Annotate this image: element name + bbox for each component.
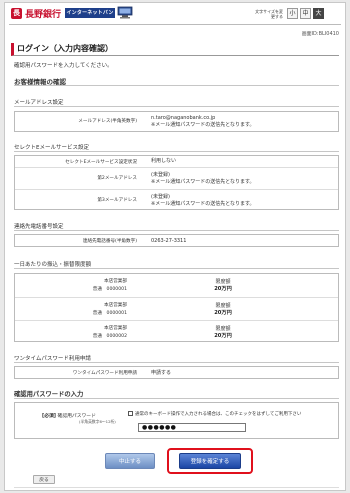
select-email-status-value: 利用しない <box>151 158 177 164</box>
phone-value: 0263-27-3311 <box>151 238 187 244</box>
cancel-button[interactable]: 中止する <box>105 453 155 469</box>
select-email-title: セレクトEメールサービス設定 <box>14 145 89 151</box>
confirm-password-label: [必須] 確認用パスワード <box>42 412 96 419</box>
limit-header: 限度額 <box>215 279 231 285</box>
second-email-value: (未登録) <box>151 172 170 178</box>
email-info-box: メールアドレス(半角英数字) n.taro@naganobank.co.jp ※… <box>14 111 339 132</box>
onetime-value: 申請する <box>151 370 172 376</box>
subsection-divider <box>14 268 339 269</box>
email-label: メールアドレス(半角英数字) <box>78 119 137 124</box>
branch-name: 本店営業部 <box>104 303 127 308</box>
font-size-small-button[interactable]: 小 <box>287 8 298 19</box>
account-number: 普通 0000002 <box>19 333 127 339</box>
second-email-label: 第2メールアドレス <box>97 176 137 181</box>
phone-info-box: 連絡先電話番号(半角数字) 0263-27-3311 <box>14 234 339 247</box>
onetime-label: ワンタイムパスワード利用申請 <box>72 371 137 376</box>
email-note: ※メール通知パスワードの送信先となります。 <box>151 122 255 128</box>
limits-box: 本店営業部 普通 0000001 限度額 20万円 本店営業部 普通 00000… <box>14 273 339 342</box>
limits-section-title: 一日あたりの振込・振替限度額 <box>14 262 92 268</box>
instruction-text: 確認用パスワードを入力してください。 <box>14 63 113 69</box>
bank-name: 長野銀行 <box>25 10 62 20</box>
third-email-row: 第3メールアドレス (未登録) ※メール通知パスワードの送信先となります。 <box>15 189 338 211</box>
font-size-label: 文字サイズを変更する <box>255 9 283 19</box>
font-size-medium-button[interactable]: 中 <box>300 8 311 19</box>
section-divider <box>14 85 339 86</box>
font-size-large-button[interactable]: 大 <box>313 8 324 19</box>
phone-label: 連絡先電話番号(半角数字) <box>82 239 137 244</box>
confirm-registration-button[interactable]: 登録を確定する <box>179 453 241 469</box>
limit-value: 20万円 <box>214 333 232 339</box>
branch-name: 本店営業部 <box>104 279 127 284</box>
account-number: 普通 0000001 <box>19 310 127 316</box>
account-no: 0000002 <box>106 334 127 339</box>
third-email-label: 第3メールアドレス <box>97 198 137 203</box>
second-email-note: ※メール通知パスワードの送信先となります。 <box>151 179 255 185</box>
footer-divider <box>14 487 339 488</box>
account-no: 0000001 <box>106 287 127 292</box>
page-container: 長 長野銀行 インターネットバンキング 文字サイズを変更する 小 中 大 画面I… <box>4 2 346 491</box>
confirm-password-input[interactable]: ●●●●●● <box>138 423 246 432</box>
limit-header: 限度額 <box>215 303 231 309</box>
branch-name: 本店営業部 <box>104 326 127 331</box>
account-number: 普通 0000001 <box>19 286 127 292</box>
account-type: 普通 <box>92 334 102 339</box>
internet-banking-banner: インターネットバンキング <box>65 8 115 26</box>
limit-row: 本店営業部 普通 0000001 限度額 20万円 <box>15 297 338 320</box>
second-email-row: 第2メールアドレス (未登録) ※メール通知パスワードの送信先となります。 <box>15 167 338 189</box>
software-keyboard-checkbox[interactable] <box>128 411 133 416</box>
onetime-section-title: ワンタイムパスワード利用申請 <box>14 356 91 362</box>
confirm-password-format: (半角英数字6〜12桁) <box>79 419 116 424</box>
confirm-password-box: [必須] 確認用パスワード (半角英数字6〜12桁) 通常のキーボード操作で入力… <box>14 402 339 439</box>
email-value: n.taro@naganobank.co.jp <box>151 115 216 121</box>
subsection-divider <box>14 151 339 152</box>
phone-section-title: 連絡先電話番号設定 <box>14 224 64 230</box>
select-email-status-row: セレクトEメールサービス設定状況 利用しない <box>15 156 338 167</box>
email-section-title: メールアドレス設定 <box>14 100 64 106</box>
page-title: ログイン（入力内容確認） <box>11 43 339 56</box>
header-divider <box>9 24 341 25</box>
keyboard-note: 通常のキーボード操作で入力される場合は、このチェックをはずしてご利用下さい <box>135 412 302 417</box>
bank-logo[interactable]: 長 長野銀行 <box>11 7 61 20</box>
subsection-divider <box>14 362 339 363</box>
limit-value: 20万円 <box>214 286 232 292</box>
required-badge: [必須] <box>42 414 56 419</box>
select-email-status-label: セレクトEメールサービス設定状況 <box>65 160 137 165</box>
bank-logo-mark: 長 <box>11 8 22 19</box>
confirm-password-title: 確認用パスワードの入力 <box>14 391 84 398</box>
select-email-box: セレクトEメールサービス設定状況 利用しない 第2メールアドレス (未登録) ※… <box>14 155 339 210</box>
limit-row: 本店営業部 普通 0000001 限度額 20万円 <box>15 274 338 297</box>
account-no: 0000001 <box>106 311 127 316</box>
screen-id: 画面ID:BLI0410 <box>301 31 339 37</box>
third-email-note: ※メール通知パスワードの送信先となります。 <box>151 201 255 207</box>
subsection-divider <box>14 230 339 231</box>
account-type: 普通 <box>92 287 102 292</box>
account-type: 普通 <box>92 311 102 316</box>
third-email-value: (未登録) <box>151 194 170 200</box>
subsection-divider <box>14 106 339 107</box>
site-header: 長 長野銀行 インターネットバンキング 文字サイズを変更する 小 中 大 <box>5 3 345 26</box>
limit-header: 限度額 <box>215 326 231 332</box>
onetime-info-box: ワンタイムパスワード利用申請 申請する <box>14 366 339 379</box>
section-divider <box>14 398 339 399</box>
limit-row: 本店営業部 普通 0000002 限度額 20万円 <box>15 320 338 343</box>
limit-value: 20万円 <box>214 310 232 316</box>
computer-icon <box>117 6 133 19</box>
back-button[interactable]: 戻る <box>33 475 55 484</box>
